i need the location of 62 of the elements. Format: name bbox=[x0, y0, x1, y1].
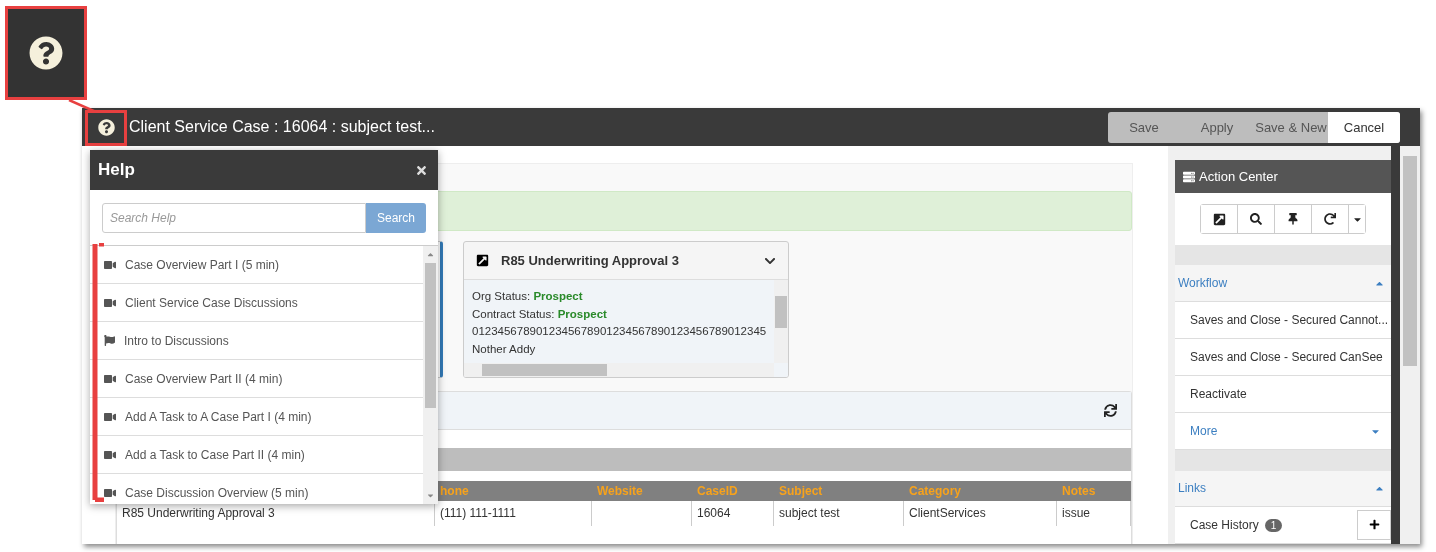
toolbar-button[interactable]: Apply bbox=[1180, 111, 1254, 143]
table-cell: ClientServices bbox=[904, 501, 1057, 526]
help-topic[interactable]: Case Overview Part I (5 min) bbox=[125, 257, 280, 272]
table-cell: issue bbox=[1057, 501, 1131, 526]
tool-button[interactable] bbox=[1201, 205, 1238, 234]
search-icon bbox=[1250, 213, 1262, 226]
card-title: R85 Underwriting Approval 3 bbox=[501, 253, 680, 268]
help-topic[interactable]: Client Service Case Discussions bbox=[125, 295, 298, 310]
table-cell: subject test bbox=[774, 501, 904, 526]
flag-icon bbox=[104, 335, 115, 346]
scroll-down-icon[interactable] bbox=[426, 491, 435, 500]
dialog-title: Help bbox=[98, 160, 135, 180]
field-value: Prospect bbox=[533, 290, 583, 302]
scroll-up-icon[interactable] bbox=[426, 250, 435, 259]
action-item[interactable]: Reactivate bbox=[1190, 387, 1247, 401]
search-field[interactable]: Search Help bbox=[102, 203, 366, 233]
highlight-frame bbox=[85, 110, 127, 146]
refresh-icon bbox=[1324, 213, 1336, 226]
action-item[interactable]: Saves and Close - Secured CanSee bbox=[1190, 349, 1383, 364]
external-link-icon bbox=[1212, 212, 1226, 226]
help-topic[interactable]: Case Overview Part II (4 min) bbox=[125, 371, 283, 386]
count-badge: 1 bbox=[1264, 518, 1283, 532]
section-title[interactable]: Workflow bbox=[1178, 276, 1228, 291]
card-text: Nother Addy bbox=[472, 342, 536, 355]
video-camera-icon bbox=[104, 410, 116, 423]
video-camera-icon bbox=[104, 448, 116, 461]
add-button[interactable] bbox=[1357, 509, 1391, 540]
field-label: Contract Status: bbox=[472, 307, 556, 320]
toolbar-button[interactable]: Save bbox=[1108, 111, 1180, 143]
section-title[interactable]: Links bbox=[1178, 481, 1206, 496]
help-icon bbox=[29, 36, 63, 70]
scrollbar[interactable] bbox=[464, 363, 774, 377]
help-topic[interactable]: Add A Task to A Case Part I (4 min) bbox=[125, 409, 312, 424]
toolbar-button[interactable]: Save & New bbox=[1254, 111, 1328, 143]
field-label: Org Status: bbox=[472, 290, 532, 302]
help-icon[interactable] bbox=[98, 118, 115, 136]
help-topic[interactable]: Intro to Discussions bbox=[124, 333, 229, 348]
scrollbar[interactable] bbox=[1400, 146, 1420, 544]
action-item[interactable]: Saves and Close - Secured Cannot... bbox=[1190, 312, 1389, 327]
table-cell: 16064 bbox=[692, 501, 774, 526]
refresh-icon[interactable] bbox=[1104, 404, 1117, 417]
list-icon bbox=[1183, 170, 1195, 183]
toolbar-button[interactable]: Cancel bbox=[1328, 111, 1400, 143]
action-item[interactable]: Case History bbox=[1190, 517, 1259, 532]
video-camera-icon bbox=[104, 486, 116, 499]
window-title: Client Service Case : 16064 : subject test... bbox=[129, 118, 436, 136]
pin-icon bbox=[1287, 213, 1299, 226]
field-value: Prospect bbox=[557, 307, 607, 320]
video-camera-icon bbox=[104, 296, 116, 309]
external-link-icon[interactable] bbox=[476, 254, 489, 267]
video-camera-icon bbox=[104, 372, 116, 385]
help-topic[interactable]: Add a Task to Case Part II (4 min) bbox=[125, 447, 305, 462]
scrollbar[interactable] bbox=[423, 246, 438, 504]
video-camera-icon bbox=[104, 258, 116, 271]
scrollbar[interactable] bbox=[774, 280, 788, 363]
help-topic[interactable]: Case Discussion Overview (5 min) bbox=[125, 485, 309, 500]
more-link[interactable]: More bbox=[1190, 424, 1218, 439]
panel-title: Action Center bbox=[1199, 169, 1278, 185]
search-button[interactable]: Search bbox=[366, 203, 426, 233]
card-text: 0123456789012345678901234567890123456789012345 bbox=[472, 325, 767, 337]
close-button[interactable] bbox=[415, 163, 428, 177]
plus-icon bbox=[1368, 519, 1380, 531]
